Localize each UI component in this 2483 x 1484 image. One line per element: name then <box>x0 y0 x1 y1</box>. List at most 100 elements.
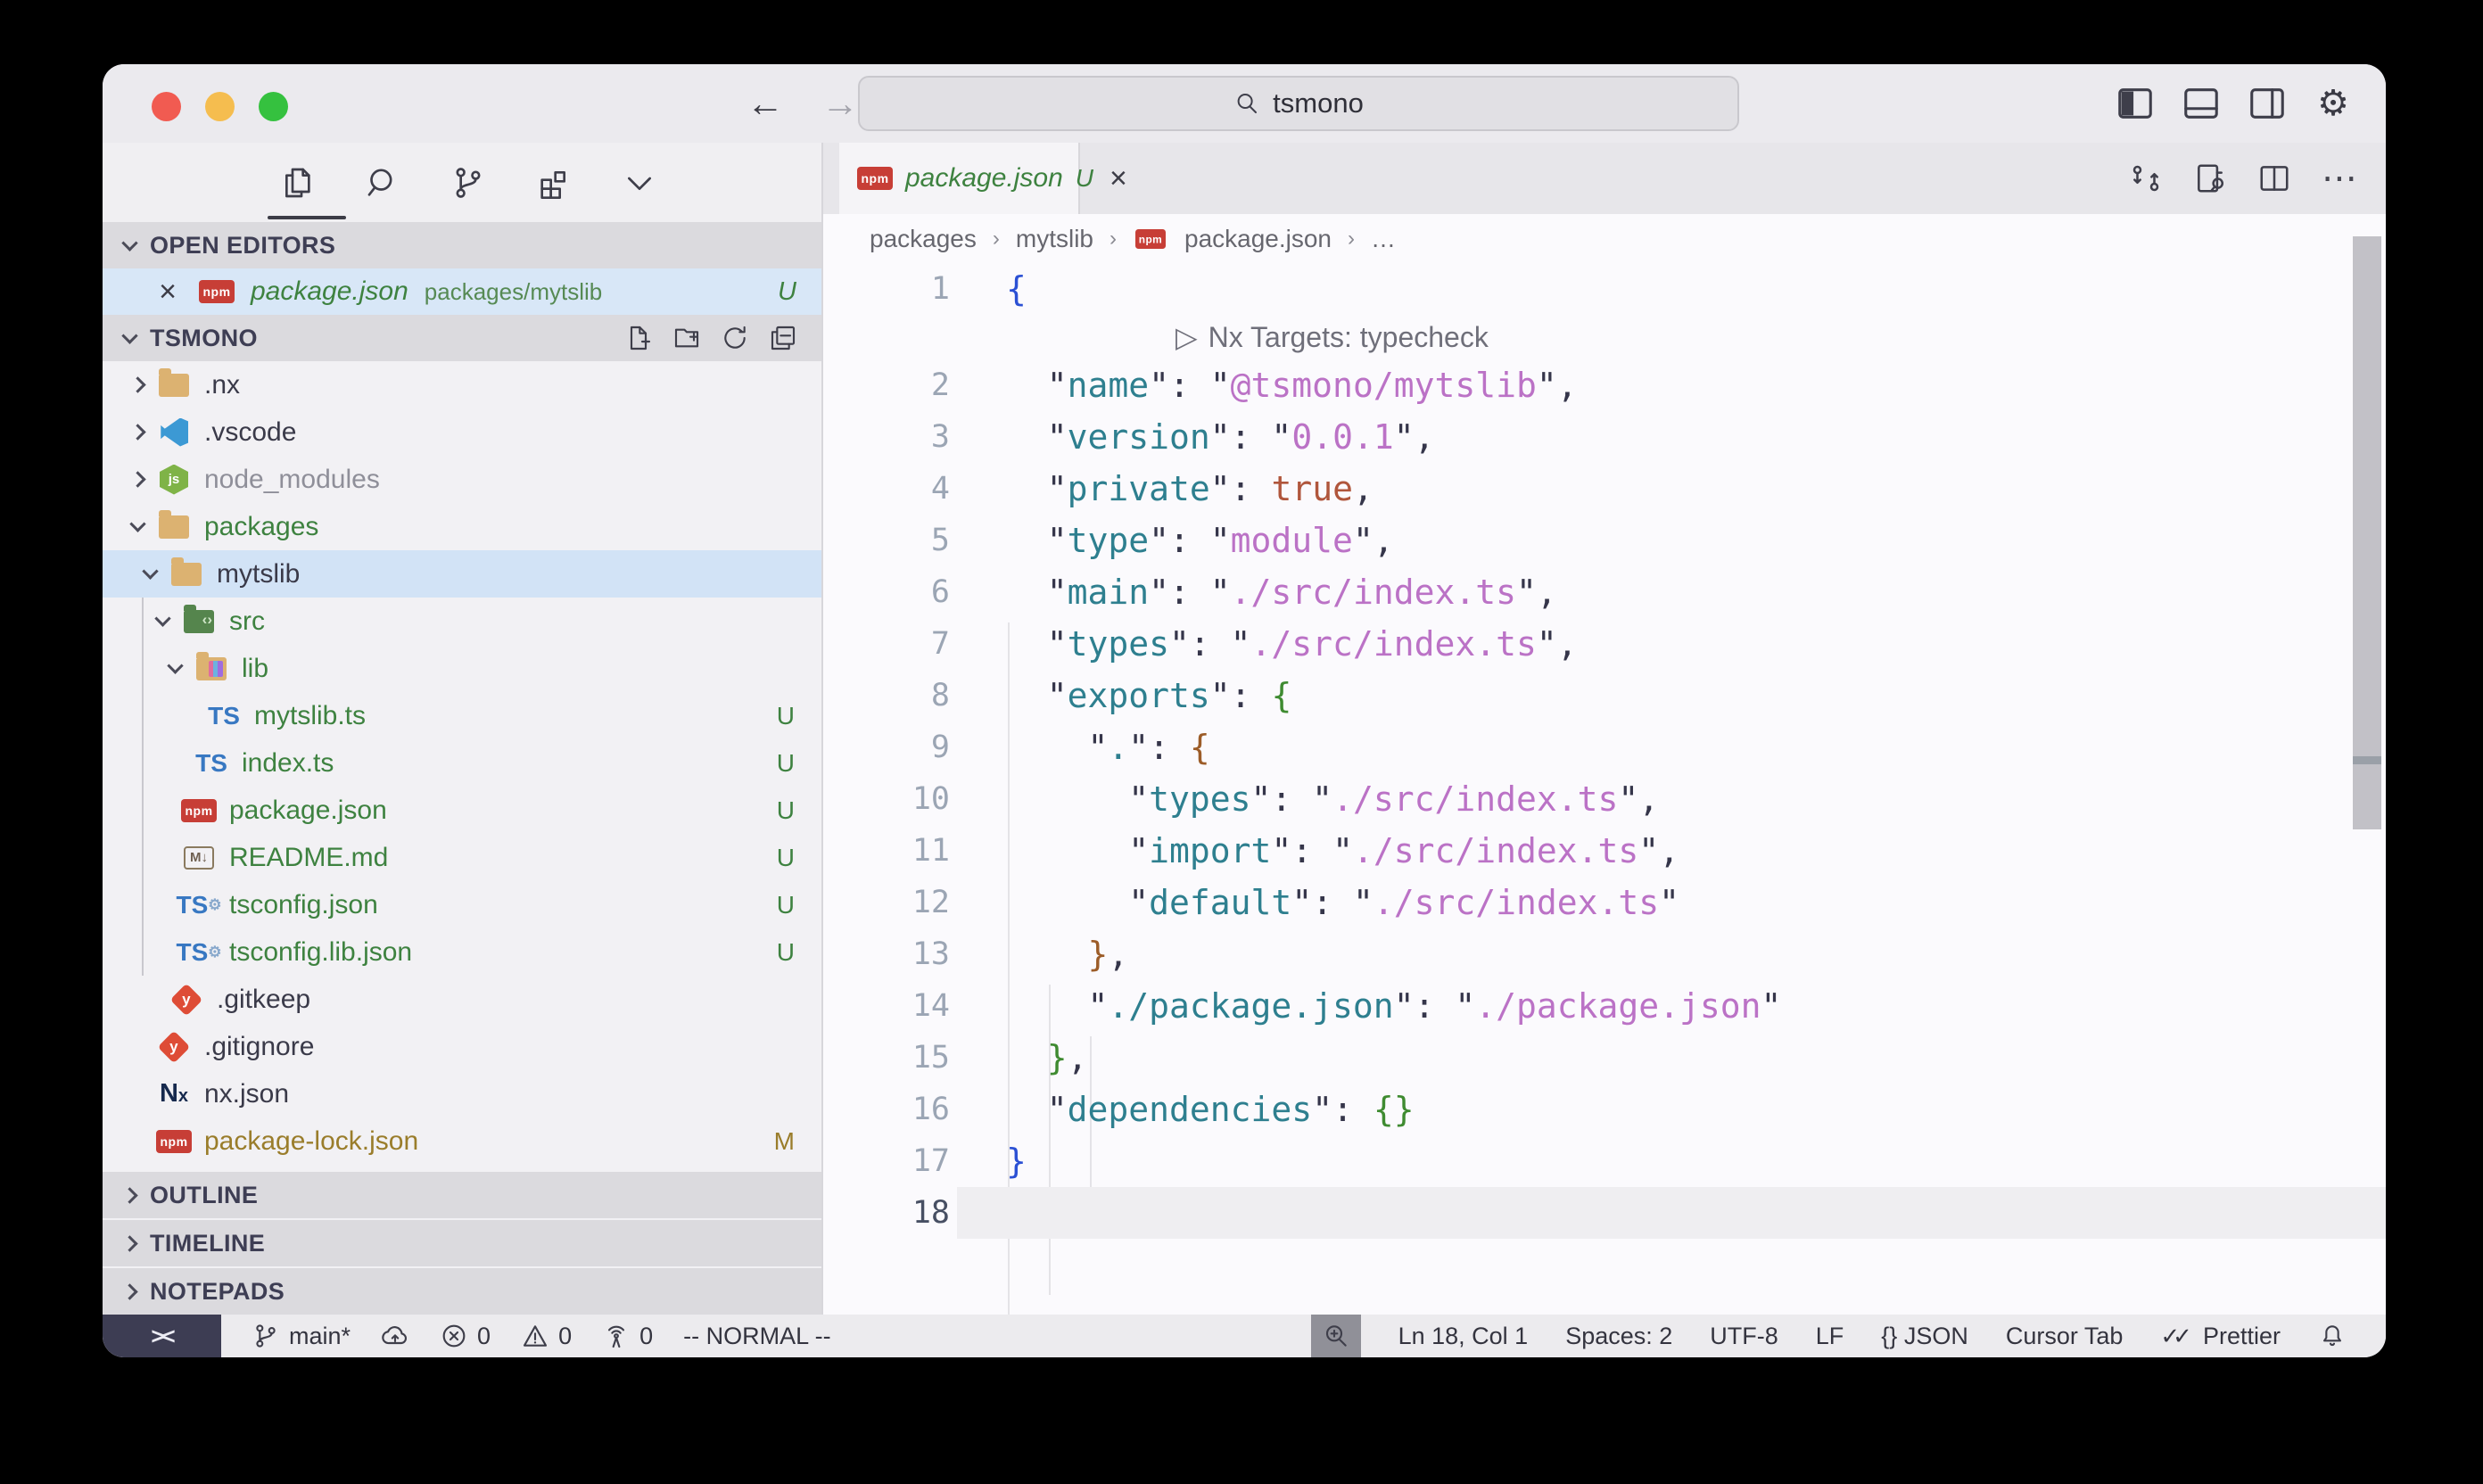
more-views-chevron-icon[interactable] <box>620 163 659 202</box>
status-prettier[interactable]: ✓✓Prettier <box>2160 1323 2281 1350</box>
status-ln-18-col-1[interactable]: Ln 18, Col 1 <box>1398 1323 1529 1350</box>
navigate-back-button[interactable]: ← <box>747 82 784 125</box>
code-line-5[interactable]: 5 "type": "module", <box>823 515 2386 566</box>
code-line-17[interactable]: 17} <box>823 1135 2386 1187</box>
breadcrumb-item[interactable]: mytslib <box>1016 225 1093 253</box>
workspace-header-tsmono[interactable]: TSMONO <box>103 315 821 361</box>
toggle-panel-icon[interactable] <box>2181 83 2222 124</box>
breadcrumb-item[interactable]: … <box>1371 225 1396 253</box>
code-line-8[interactable]: 8 "exports": { <box>823 670 2386 721</box>
editor-scrollbar[interactable] <box>2353 236 2381 829</box>
status-main[interactable]: main* <box>252 1322 351 1350</box>
status-0[interactable]: 0 <box>602 1322 653 1350</box>
collapse-all-icon[interactable] <box>766 321 800 355</box>
chevron-down-icon[interactable] <box>142 563 158 579</box>
code-line-7[interactable]: 7 "types": "./src/index.ts", <box>823 618 2386 670</box>
tab-package-json[interactable]: npm package.json U × <box>839 143 1080 214</box>
open-preview-icon[interactable] <box>2193 161 2227 195</box>
open-changes-icon[interactable] <box>2129 161 2163 195</box>
navigate-forward-button[interactable]: → <box>821 82 859 125</box>
refresh-icon[interactable] <box>718 321 752 355</box>
chevron-right-icon[interactable] <box>129 424 145 440</box>
code-line-14[interactable]: 14 "./package.json": "./package.json" <box>823 980 2386 1032</box>
tree-item-package-json[interactable]: npmpackage.jsonU <box>103 787 821 834</box>
maximize-window-button[interactable] <box>259 92 288 121</box>
status-zoom-plus-badge[interactable] <box>1311 1315 1361 1357</box>
code-line-16[interactable]: 16 "dependencies": {} <box>823 1084 2386 1135</box>
tree-item-node-modules[interactable]: jsnode_modules <box>103 456 821 503</box>
code-line-12[interactable]: 12 "default": "./src/index.ts" <box>823 877 2386 928</box>
timeline-section-header[interactable]: TIMELINE <box>103 1220 821 1266</box>
tree-item-lib[interactable]: lib <box>103 645 821 692</box>
code-line-10[interactable]: 10 "types": "./src/index.ts", <box>823 773 2386 825</box>
tree-item--gitkeep[interactable]: y.gitkeep <box>103 976 821 1023</box>
tree-item-packages[interactable]: packages <box>103 503 821 550</box>
explorer-files-icon[interactable] <box>277 163 317 202</box>
split-editor-icon[interactable] <box>2257 161 2291 195</box>
code-line-4[interactable]: 4 "private": true, <box>823 463 2386 515</box>
tree-item-label: .vscode <box>204 417 296 448</box>
minimize-window-button[interactable] <box>205 92 235 121</box>
open-editors-header[interactable]: OPEN EDITORS <box>103 222 821 268</box>
code-line-18[interactable]: 18 <box>823 1187 2386 1239</box>
chevron-down-icon[interactable] <box>167 657 183 673</box>
close-editor-icon[interactable]: × <box>153 275 183 309</box>
chevron-down-icon[interactable] <box>129 515 145 532</box>
more-actions-icon[interactable]: ⋯ <box>2322 158 2359 199</box>
settings-gear-icon[interactable]: ⚙ <box>2313 83 2354 124</box>
toggle-sidebar-icon[interactable] <box>2115 83 2156 124</box>
code-line-13[interactable]: 13 }, <box>823 928 2386 980</box>
remote-indicator[interactable]: >< <box>103 1315 221 1357</box>
status-utf-8[interactable]: UTF-8 <box>1710 1323 1778 1350</box>
status-bell[interactable] <box>2318 1322 2347 1350</box>
breadcrumb-item[interactable]: packages <box>870 225 977 253</box>
run-icon[interactable]: ▷ <box>1176 320 1198 354</box>
notepads-section-header[interactable]: NOTEPADS <box>103 1268 821 1315</box>
status-spaces-2[interactable]: Spaces: 2 <box>1565 1323 1672 1350</box>
tree-item-readme-md[interactable]: M↓README.mdU <box>103 834 821 881</box>
new-folder-icon[interactable] <box>670 321 704 355</box>
codelens-nx-targets[interactable]: ▷Nx Targets: typecheck <box>823 315 2386 359</box>
tree-item-nx-json[interactable]: Nxnx.json <box>103 1070 821 1117</box>
new-file-icon[interactable] <box>622 321 656 355</box>
code-editor[interactable]: 1{▷Nx Targets: typecheck2 "name": "@tsmo… <box>823 263 2386 1315</box>
tree-item-mytslib[interactable]: mytslib <box>103 550 821 598</box>
status-lf[interactable]: LF <box>1816 1323 1844 1350</box>
chevron-right-icon[interactable] <box>129 471 145 487</box>
open-editor-item-package-json[interactable]: × npm package.json packages/mytslib U <box>103 268 821 315</box>
code-line-6[interactable]: 6 "main": "./src/index.ts", <box>823 566 2386 618</box>
extensions-icon[interactable] <box>534 163 573 202</box>
code-line-11[interactable]: 11 "import": "./src/index.ts", <box>823 825 2386 877</box>
breadcrumb-item[interactable]: package.json <box>1184 225 1332 253</box>
tree-item--vscode[interactable]: .vscode <box>103 408 821 456</box>
command-center-search[interactable]: tsmono <box>858 76 1739 131</box>
code-line-1[interactable]: 1{ <box>823 263 2386 315</box>
outline-section-header[interactable]: OUTLINE <box>103 1172 821 1218</box>
source-control-icon[interactable] <box>449 163 488 202</box>
code-line-9[interactable]: 9 ".": { <box>823 721 2386 773</box>
close-window-button[interactable] <box>152 92 181 121</box>
tree-item-src[interactable]: src <box>103 598 821 645</box>
chevron-right-icon[interactable] <box>129 376 145 392</box>
code-line-3[interactable]: 3 "version": "0.0.1", <box>823 411 2386 463</box>
close-tab-icon[interactable]: × <box>1110 161 1127 196</box>
tree-item-mytslib-ts[interactable]: TSmytslib.tsU <box>103 692 821 739</box>
toggle-secondary-sidebar-icon[interactable] <box>2247 83 2288 124</box>
code-line-2[interactable]: 2 "name": "@tsmono/mytslib", <box>823 359 2386 411</box>
zoom-indicator-icon[interactable] <box>1311 1315 1361 1357</box>
status-0[interactable]: 0 <box>440 1322 491 1350</box>
status-normal[interactable]: -- NORMAL -- <box>683 1323 830 1350</box>
status-json[interactable]: {} JSON <box>1881 1323 1968 1350</box>
tree-item-tsconfig-lib-json[interactable]: TS⚙tsconfig.lib.jsonU <box>103 928 821 976</box>
status-0[interactable]: 0 <box>521 1322 572 1350</box>
status-cloud-upload[interactable] <box>381 1322 409 1350</box>
tree-item-index-ts[interactable]: TSindex.tsU <box>103 739 821 787</box>
tree-item-tsconfig-json[interactable]: TS⚙tsconfig.jsonU <box>103 881 821 928</box>
search-icon[interactable] <box>363 163 402 202</box>
status-cursor-tab[interactable]: Cursor Tab <box>2006 1323 2124 1350</box>
code-line-15[interactable]: 15 }, <box>823 1032 2386 1084</box>
tree-item--nx[interactable]: .nx <box>103 361 821 408</box>
tree-item--gitignore[interactable]: y.gitignore <box>103 1023 821 1070</box>
chevron-down-icon[interactable] <box>154 610 170 626</box>
tree-item-package-lock-json[interactable]: npmpackage-lock.jsonM <box>103 1117 821 1165</box>
